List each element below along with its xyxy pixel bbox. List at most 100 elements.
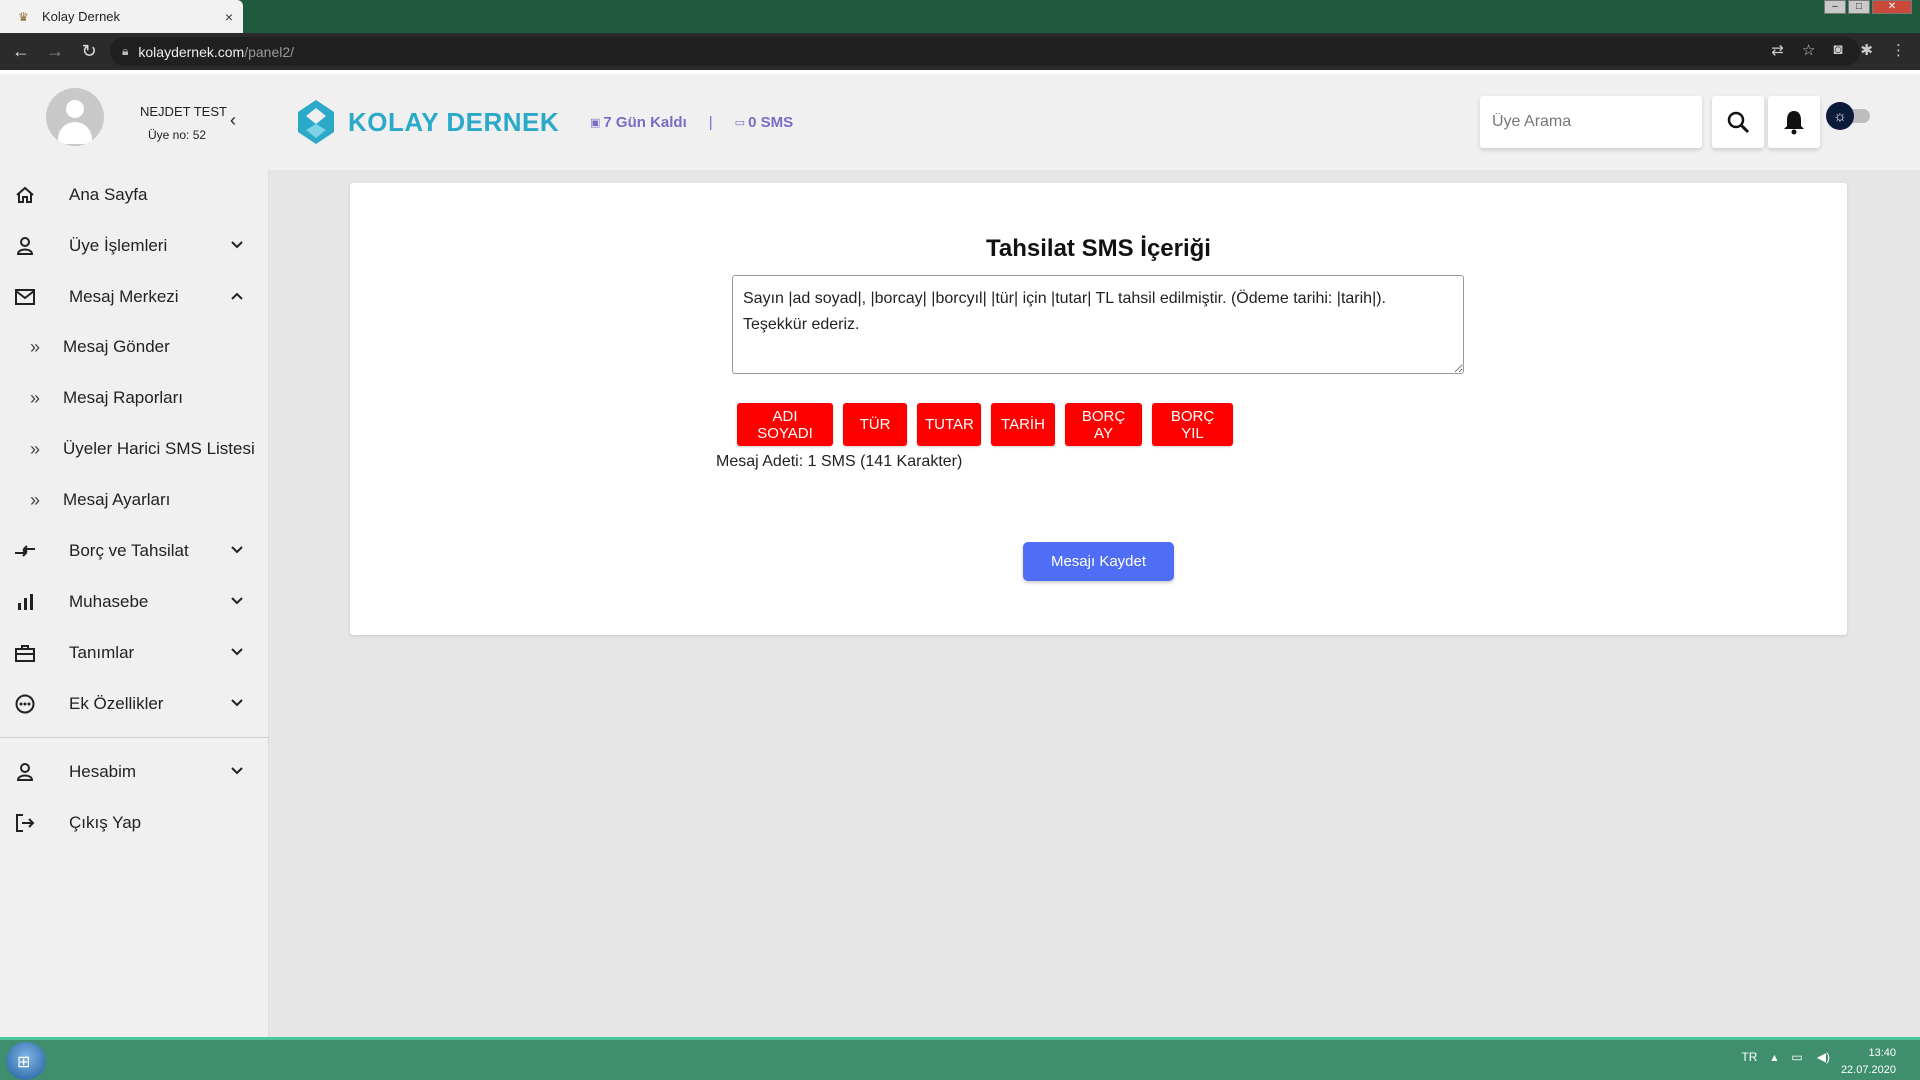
insert-amount-button[interactable]: TUTAR (917, 403, 981, 446)
search-button[interactable] (1712, 96, 1764, 148)
maximize-icon[interactable]: □ (1848, 0, 1870, 14)
window-controls: – □ ✕ (1824, 0, 1912, 14)
search-icon (1727, 111, 1750, 134)
message-icon: ▭ (734, 117, 746, 129)
logo[interactable]: KOLAY DERNEK (294, 98, 559, 146)
sidebar-item-definitions[interactable]: Tanımlar (0, 628, 269, 678)
reload-icon[interactable]: ↻ (76, 41, 102, 62)
sidebar-divider (0, 737, 269, 738)
person-icon (14, 235, 36, 257)
sidebar-item-message-center[interactable]: Mesaj Merkezi (0, 272, 269, 322)
translate-icon[interactable]: ⇄ (1771, 41, 1784, 59)
home-icon (14, 184, 36, 206)
tab-close-icon[interactable]: × (225, 9, 233, 25)
logo-mark-icon (298, 100, 334, 144)
chevron-down-icon (230, 542, 244, 560)
bookmark-star-icon[interactable]: ☆ (1802, 41, 1815, 59)
address-bar[interactable]: 🔒︎ kolaydernek.com /panel2/ (110, 37, 1860, 66)
insert-type-button[interactable]: TÜR (843, 403, 907, 446)
mail-icon (14, 286, 36, 308)
sidebar-item-extra-features[interactable]: Ek Özellikler (0, 679, 269, 729)
sidebar-subitem-label: Mesaj Gönder (63, 337, 170, 356)
logout-icon (14, 812, 36, 834)
network-icon[interactable]: ▭ (1791, 1050, 1802, 1064)
more-circle-icon (14, 693, 36, 715)
system-tray: TR ▴ ▭ ◀) (1741, 1050, 1830, 1064)
sidebar-item-label: Borç ve Tahsilat (69, 541, 189, 560)
forward-icon[interactable]: → (42, 41, 68, 62)
sidebar-subitem-external-sms-list[interactable]: » Üyeler Harici SMS Listesi (0, 424, 269, 474)
sidebar-subitem-label: Mesaj Ayarları (63, 490, 171, 509)
insert-date-button[interactable]: TARİH (991, 403, 1055, 446)
user-name: NEJDET TEST (140, 104, 227, 119)
sms-count: 0 SMS (748, 114, 794, 131)
insert-debt-month-button[interactable]: BORÇ AY (1065, 403, 1142, 446)
sidebar-item-debt-collection[interactable]: Borç ve Tahsilat (0, 526, 269, 576)
calendar-icon: ▣ (590, 117, 601, 129)
double-chevron-right-icon: » (30, 336, 41, 357)
sun-icon: ☼ (1826, 102, 1854, 130)
insert-debt-year-button[interactable]: BORÇ YIL (1152, 403, 1233, 446)
sidebar-subitem-send-message[interactable]: » Mesaj Gönder (0, 322, 269, 372)
sms-content-card: Tahsilat SMS İçeriği Sayın |ad soyad|, |… (350, 183, 1847, 635)
chevron-down-icon (230, 237, 244, 255)
chevron-down-icon (230, 593, 244, 611)
app-header: NEJDET TEST Üye no: 52 ‹ KOLAY DERNEK ▣ … (0, 74, 1920, 170)
sidebar-item-home[interactable]: Ana Sayfa (0, 170, 269, 220)
message-count: Mesaj Adeti: 1 SMS (141 Karakter) (716, 453, 963, 470)
browser-toolbar: ← → ↻ 🔒︎ kolaydernek.com /panel2/ ⇄ ☆ ◙ … (0, 33, 1920, 70)
url-path: /panel2/ (244, 43, 295, 60)
lock-icon: 🔒︎ (122, 44, 129, 58)
days-left: 7 Gün Kaldı (603, 114, 687, 131)
sidebar-item-label: Ana Sayfa (69, 185, 148, 204)
volume-icon[interactable]: ◀) (1817, 1050, 1830, 1064)
language-indicator[interactable]: TR (1741, 1050, 1757, 1064)
os-taskbar: ⊞ TR ▴ ▭ ◀) 13:40 22.07.2020 (0, 1037, 1920, 1080)
bell-icon (1784, 111, 1804, 135)
chevron-down-icon (230, 695, 244, 713)
member-search-input[interactable] (1480, 96, 1702, 148)
header-info: ▣ 7 Gün Kaldı | ▭ 0 SMS (590, 114, 793, 131)
double-chevron-right-icon: » (30, 387, 41, 408)
menu-dots-icon[interactable]: ⋮ (1891, 41, 1906, 59)
browser-tab[interactable]: ♛ Kolay Dernek × (0, 0, 243, 33)
favicon-icon: ♛ (18, 9, 29, 24)
user-number: Üye no: 52 (148, 128, 207, 142)
clock-date: 22.07.2020 (1840, 1064, 1896, 1076)
sidebar-subitem-message-reports[interactable]: » Mesaj Raporları (0, 373, 269, 423)
window-close-icon[interactable]: ✕ (1872, 0, 1912, 14)
header-separator: | (708, 114, 713, 131)
start-button[interactable]: ⊞ (6, 1042, 46, 1080)
sidebar-item-label: Üye İşlemleri (69, 236, 168, 255)
avatar[interactable] (46, 88, 104, 146)
browser-action-icons: ⇄ ☆ ◙ ✱ ⋮ (1771, 41, 1906, 59)
page-title: Tahsilat SMS İçeriği (986, 235, 1211, 262)
sidebar-item-account[interactable]: Hesabim (0, 747, 269, 797)
tray-expand-icon[interactable]: ▴ (1771, 1050, 1777, 1064)
save-message-button[interactable]: Mesajı Kaydet (1023, 542, 1174, 581)
browser-tab-bar: ♛ Kolay Dernek × – □ ✕ (0, 0, 1920, 33)
windows-logo-icon: ⊞ (17, 1054, 31, 1071)
sidebar-item-members[interactable]: Üye İşlemleri (0, 221, 269, 271)
minimize-icon[interactable]: – (1824, 0, 1846, 14)
insert-name-button[interactable]: ADI SOYADI (737, 403, 833, 446)
sidebar-item-label: Tanımlar (69, 643, 135, 662)
extensions-icon[interactable]: ✱ (1860, 41, 1873, 59)
chevron-down-icon (230, 763, 244, 781)
sidebar-item-logout[interactable]: Çıkış Yap (0, 798, 269, 848)
briefcase-icon (14, 642, 36, 664)
chevron-left-icon[interactable]: ‹ (230, 110, 236, 131)
theme-toggle[interactable]: ☼ (1826, 102, 1872, 130)
camera-icon[interactable]: ◙ (1833, 41, 1842, 59)
sidebar-item-label: Çıkış Yap (69, 813, 142, 832)
back-icon[interactable]: ← (8, 41, 34, 62)
clock[interactable]: 13:40 22.07.2020 (1841, 1045, 1896, 1079)
double-chevron-right-icon: » (30, 438, 41, 459)
variable-buttons: ADI SOYADI TÜR TUTAR TARİH BORÇ AY BORÇ … (737, 403, 1233, 446)
sidebar-item-accounting[interactable]: Muhasebe (0, 577, 269, 627)
sms-content-textarea[interactable]: Sayın |ad soyad|, |borcay| |borcyıl| |tü… (732, 275, 1464, 374)
sidebar-item-label: Ek Özellikler (69, 694, 164, 713)
sidebar-item-label: Muhasebe (69, 592, 149, 611)
notifications-button[interactable] (1768, 96, 1820, 148)
sidebar-subitem-message-settings[interactable]: » Mesaj Ayarları (0, 475, 269, 525)
